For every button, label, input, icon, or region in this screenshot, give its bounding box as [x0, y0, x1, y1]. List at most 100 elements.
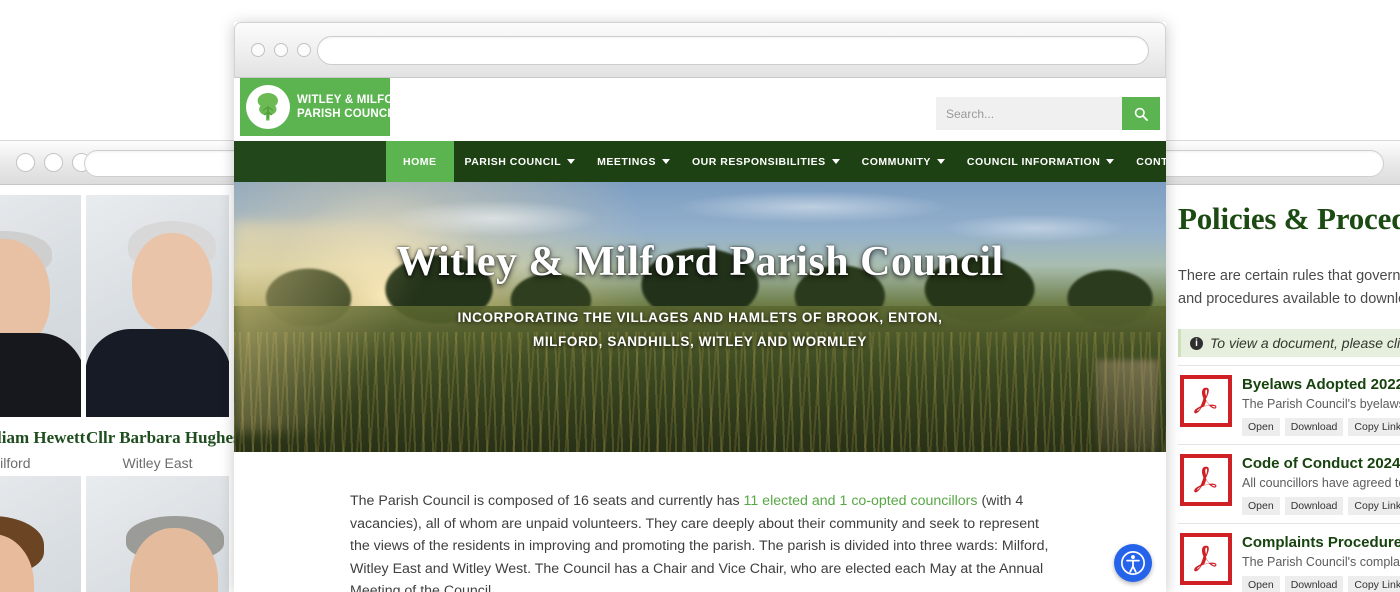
document-info: Code of Conduct 2024 25.pdf All councill…: [1242, 454, 1400, 515]
foreground-window-controls[interactable]: [251, 43, 311, 57]
nav-item-council-information[interactable]: COUNCIL INFORMATION: [956, 141, 1125, 182]
document-name[interactable]: Complaints Procedure - 2024: [1242, 534, 1400, 551]
foreground-url-bar[interactable]: [317, 36, 1149, 65]
councillor-name: Cllr William Hewett: [0, 428, 86, 447]
document-description: The Parish Council's complaints: [1242, 555, 1400, 569]
header-search: [936, 97, 1160, 130]
pdf-icon: [1180, 375, 1232, 427]
download-button[interactable]: Download: [1284, 576, 1344, 592]
councillor-card[interactable]: Cllr Barbara Hughes Witley East: [86, 195, 240, 471]
document-list: Byelaws Adopted 2022.pdf The Parish Coun…: [1178, 365, 1400, 592]
nav-item-our-responsibilities[interactable]: OUR RESPONSIBILITIES: [681, 141, 851, 182]
nav-label: MEETINGS: [597, 155, 656, 168]
close-icon[interactable]: [16, 153, 35, 172]
website-viewport: WITLEY & MILFORD PARISH COUNCIL Search..…: [234, 78, 1166, 592]
document-info: Byelaws Adopted 2022.pdf The Parish Coun…: [1242, 375, 1400, 436]
logo-line-1: WITLEY & MILFORD: [297, 94, 411, 106]
document-description: The Parish Council's byelaws we: [1242, 397, 1400, 411]
open-button[interactable]: Open: [1242, 497, 1280, 515]
open-button[interactable]: Open: [1242, 418, 1280, 436]
open-button[interactable]: Open: [1242, 576, 1280, 592]
paragraph-part-1: The Parish Council is composed of 16 sea…: [350, 493, 744, 509]
nav-item-home[interactable]: HOME: [386, 141, 454, 182]
background-window-controls[interactable]: [16, 153, 91, 172]
search-button[interactable]: [1122, 97, 1160, 130]
nav-label: COUNCIL INFORMATION: [966, 155, 1101, 168]
councillor-photo: [0, 476, 81, 592]
councillor-photo: [0, 195, 81, 417]
site-header: WITLEY & MILFORD PARISH COUNCIL: [234, 78, 1166, 141]
document-actions: Open Download Copy Link: [1242, 576, 1400, 592]
councillors-link[interactable]: 11 elected and 1 co-opted councillors: [744, 493, 978, 509]
councillor-card[interactable]: [0, 476, 81, 592]
hero-banner: Witley & Milford Parish Council INCORPOR…: [234, 182, 1166, 452]
hero-subtitle: INCORPORATING THE VILLAGES AND HAMLETS O…: [234, 306, 1166, 354]
policies-intro: There are certain rules that govern and …: [1178, 265, 1400, 311]
main-content: The Parish Council is composed of 16 sea…: [234, 452, 1166, 592]
document-name[interactable]: Byelaws Adopted 2022.pdf: [1242, 376, 1400, 393]
copy-link-button[interactable]: Copy Link: [1348, 497, 1400, 515]
councillor-card[interactable]: [86, 476, 229, 592]
document-description: All councillors have agreed to c: [1242, 476, 1400, 490]
info-icon: i: [1190, 336, 1203, 350]
document-actions: Open Download Copy Link: [1242, 497, 1400, 515]
torso-shape: [0, 333, 81, 417]
policies-notice: i To view a document, please click: [1178, 329, 1400, 357]
document-info: Complaints Procedure - 2024 The Parish C…: [1242, 533, 1400, 592]
nav-label: OUR RESPONSIBILITIES: [691, 155, 826, 168]
torso-shape: [86, 329, 229, 417]
pdf-icon: [1180, 533, 1232, 585]
nav-label: PARISH COUNCIL: [464, 155, 562, 168]
councillor-grid: Cllr William Hewett Milford Cllr Barbara…: [0, 195, 240, 592]
main-navigation: HOME PARISH COUNCIL MEETINGS OUR RESPONS…: [234, 141, 1166, 182]
chevron-down-icon: [661, 159, 670, 164]
nav-item-meetings[interactable]: MEETINGS: [586, 141, 681, 182]
councillors-panel: Cllr William Hewett Milford Cllr Barbara…: [0, 185, 240, 592]
minimize-icon[interactable]: [274, 43, 288, 57]
head-shape: [132, 233, 212, 331]
nav-item-parish-council[interactable]: PARISH COUNCIL: [454, 141, 587, 182]
document-name[interactable]: Code of Conduct 2024 25.pdf: [1242, 455, 1400, 472]
hero-subtitle-line-2: MILFORD, SANDHILLS, WITLEY AND WORMLEY: [532, 334, 868, 349]
nav-item-contact[interactable]: CONTACT: [1125, 141, 1166, 182]
nav-item-community[interactable]: COMMUNITY: [851, 141, 956, 182]
screenshot-stage: Cllr William Hewett Milford Cllr Barbara…: [0, 0, 1400, 592]
maximize-icon[interactable]: [297, 43, 311, 57]
chevron-down-icon: [1106, 159, 1115, 164]
search-icon: [1134, 107, 1148, 121]
copy-link-button[interactable]: Copy Link: [1348, 418, 1400, 436]
policies-intro-line-2: and procedures available to download: [1178, 291, 1400, 307]
chevron-down-icon: [567, 159, 576, 164]
policies-page-title: Policies & Procedures: [1178, 201, 1400, 236]
logo-line-2: PARISH COUNCIL: [297, 108, 398, 120]
councillor-photo: [86, 195, 229, 417]
councillor-card[interactable]: Cllr William Hewett Milford: [0, 195, 86, 471]
site-logo[interactable]: WITLEY & MILFORD PARISH COUNCIL: [240, 78, 410, 136]
pdf-icon: [1180, 454, 1232, 506]
copy-link-button[interactable]: Copy Link: [1348, 576, 1400, 592]
councillor-photo: [86, 476, 229, 592]
nav-left-spacer: [234, 141, 386, 182]
foreground-window-chrome: [234, 22, 1166, 78]
councillor-ward: Witley East: [122, 455, 193, 471]
nav-label: CONTACT: [1136, 155, 1166, 168]
accessibility-button[interactable]: [1114, 544, 1152, 582]
document-actions: Open Download Copy Link: [1242, 418, 1400, 436]
intro-paragraph: The Parish Council is composed of 16 sea…: [350, 490, 1050, 592]
document-row[interactable]: Code of Conduct 2024 25.pdf All councill…: [1178, 444, 1400, 523]
close-icon[interactable]: [251, 43, 265, 57]
policies-notice-text: To view a document, please click: [1210, 335, 1400, 351]
tree-logo-icon: [246, 85, 290, 129]
minimize-icon[interactable]: [44, 153, 63, 172]
foreground-browser-window: WITLEY & MILFORD PARISH COUNCIL Search..…: [234, 22, 1166, 592]
download-button[interactable]: Download: [1284, 497, 1344, 515]
hero-path: [1096, 360, 1158, 452]
download-button[interactable]: Download: [1284, 418, 1344, 436]
hero-title: Witley & Milford Parish Council: [396, 239, 1004, 285]
chevron-down-icon: [936, 159, 945, 164]
document-row[interactable]: Byelaws Adopted 2022.pdf The Parish Coun…: [1178, 365, 1400, 444]
search-input[interactable]: [936, 97, 1122, 130]
document-row[interactable]: Complaints Procedure - 2024 The Parish C…: [1178, 523, 1400, 592]
hero-subtitle-line-1: INCORPORATING THE VILLAGES AND HAMLETS O…: [457, 310, 943, 325]
logo-text: WITLEY & MILFORD PARISH COUNCIL: [297, 93, 411, 121]
